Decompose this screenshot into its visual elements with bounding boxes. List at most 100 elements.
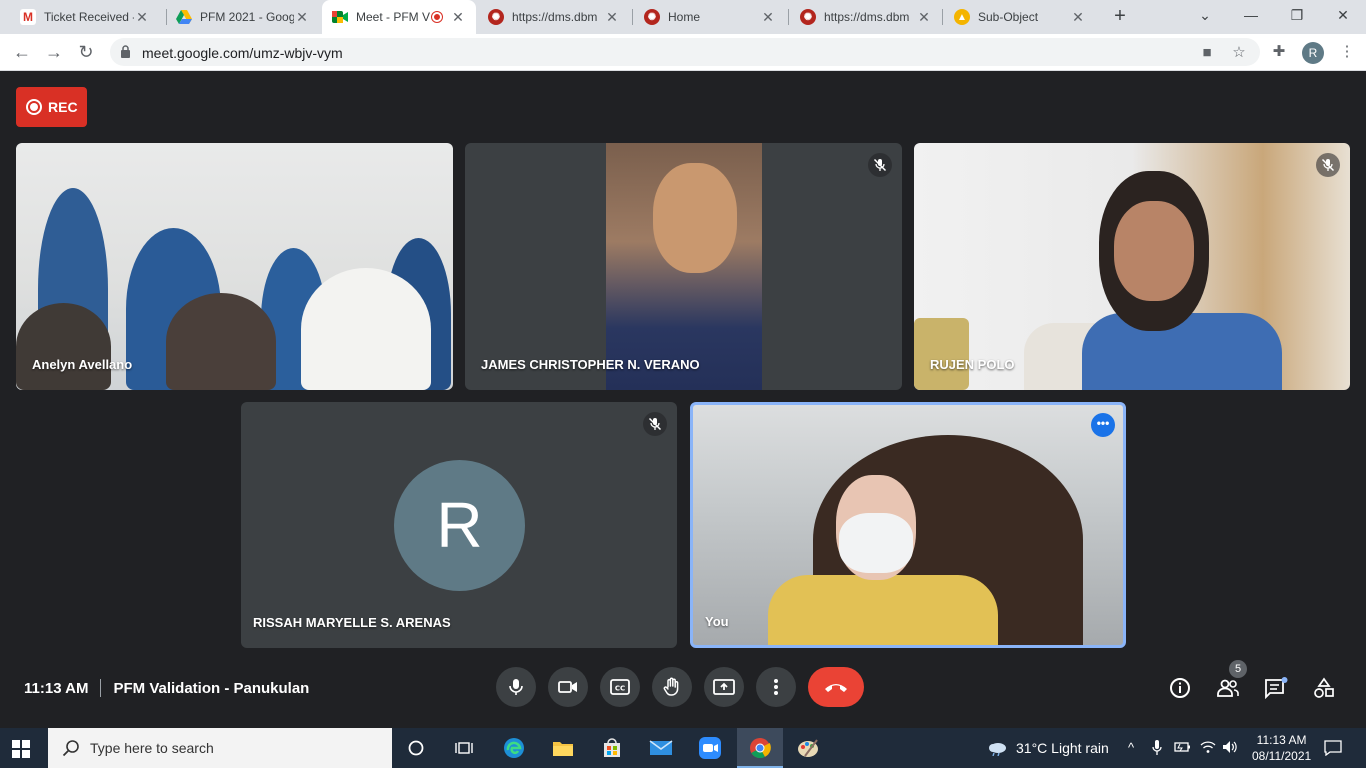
people-icon[interactable] — [1216, 676, 1240, 700]
extensions-icon[interactable]: ✚ — [1270, 43, 1288, 61]
search-icon — [62, 740, 79, 757]
task-view-icon[interactable] — [452, 736, 476, 760]
tab-dms-1[interactable]: ✺ https://dms.dbm ✕ — [478, 0, 630, 34]
self-view-tile[interactable]: ••• You — [690, 402, 1126, 648]
participant-video — [768, 575, 998, 645]
participant-tile[interactable]: R RISSAH MARYELLE S. ARENAS — [241, 402, 677, 648]
browser-menu-icon[interactable]: ⋮ — [1338, 43, 1356, 61]
tab-title: Home — [668, 10, 701, 24]
present-screen-button[interactable] — [704, 667, 744, 707]
microphone-in-use-icon[interactable] — [1152, 740, 1162, 759]
reload-icon[interactable]: ↻ — [74, 40, 98, 64]
recording-icon — [26, 99, 42, 115]
activities-icon[interactable] — [1312, 676, 1336, 700]
close-icon[interactable]: ✕ — [760, 9, 776, 26]
gmail-icon: M — [20, 9, 36, 25]
taskbar-time: 11:13 AM — [1256, 733, 1307, 747]
more-vert-icon — [774, 679, 778, 695]
cortana-icon[interactable] — [404, 736, 428, 760]
chrome-icon[interactable] — [748, 736, 772, 760]
meeting-details-icon[interactable] — [1168, 676, 1192, 700]
file-explorer-icon[interactable] — [551, 736, 575, 760]
participant-video — [301, 268, 431, 390]
recording-icon — [432, 12, 442, 22]
taskbar-search-box[interactable]: Type here to search — [48, 728, 392, 768]
camera-in-use-icon[interactable]: ■ — [1198, 44, 1216, 62]
microsoft-store-icon[interactable] — [600, 736, 624, 760]
tab-divider — [788, 9, 789, 25]
camera-button[interactable] — [548, 667, 588, 707]
more-options-icon[interactable]: ••• — [1091, 413, 1115, 437]
participant-name: JAMES CHRISTOPHER N. VERANO — [481, 357, 700, 372]
volume-icon[interactable] — [1222, 740, 1238, 757]
taskbar-clock[interactable]: 11:13 AM 08/11/2021 — [1252, 732, 1311, 764]
windows-start-icon[interactable] — [12, 740, 30, 758]
tab-drive[interactable]: PFM 2021 - Goog ✕ — [166, 0, 320, 34]
notifications-icon[interactable] — [1324, 740, 1342, 759]
dms-icon: ✺ — [800, 9, 816, 25]
forward-icon[interactable]: → — [42, 40, 66, 64]
present-screen-icon — [713, 679, 735, 695]
tab-divider — [632, 9, 633, 25]
more-options-button[interactable] — [756, 667, 796, 707]
microphone-button[interactable] — [496, 667, 536, 707]
close-icon[interactable]: ✕ — [604, 9, 620, 26]
mail-icon[interactable] — [649, 736, 673, 760]
close-icon[interactable]: ✕ — [916, 9, 932, 26]
weather-text: 31°C Light rain — [1016, 740, 1109, 756]
participant-video — [166, 293, 276, 390]
close-window-icon[interactable]: ✕ — [1320, 0, 1366, 30]
dms-icon: ✺ — [644, 9, 660, 25]
meeting-time: 11:13 AM — [24, 679, 89, 697]
chat-icon[interactable] — [1264, 676, 1288, 700]
tab-dms-2[interactable]: ✺ https://dms.dbm ✕ — [790, 0, 942, 34]
address-bar[interactable]: meet.google.com/umz-wbjv-vym ■ ☆ — [110, 38, 1260, 66]
zoom-icon[interactable] — [698, 736, 722, 760]
raise-hand-button[interactable] — [652, 667, 692, 707]
participant-tile[interactable]: Anelyn Avellano — [16, 143, 453, 390]
captions-button[interactable]: CC — [600, 667, 640, 707]
bookmark-star-icon[interactable]: ☆ — [1230, 44, 1248, 62]
restore-icon[interactable]: ❐ — [1274, 0, 1320, 30]
leave-call-button[interactable] — [808, 667, 864, 707]
microphone-icon — [509, 679, 523, 695]
tab-home[interactable]: ✺ Home ✕ — [634, 0, 786, 34]
drive-icon — [176, 9, 192, 25]
new-tab-button[interactable]: + — [1108, 4, 1132, 28]
tab-gmail[interactable]: M Ticket Received - ✕ — [10, 0, 160, 34]
close-icon[interactable]: ✕ — [450, 9, 466, 26]
wifi-icon[interactable] — [1200, 740, 1216, 757]
tab-title: Sub-Object — [978, 10, 1039, 24]
participant-name: You — [705, 614, 729, 629]
raise-hand-icon — [663, 677, 679, 696]
battery-icon[interactable] — [1174, 740, 1192, 757]
back-icon[interactable]: ← — [10, 40, 34, 64]
profile-avatar[interactable]: R — [1302, 42, 1324, 64]
participant-video — [16, 303, 111, 390]
weather-widget[interactable]: 31°C Light rain — [986, 740, 1109, 756]
participant-name: RISSAH MARYELLE S. ARENAS — [253, 615, 451, 630]
dms-icon: ✺ — [488, 9, 504, 25]
chevron-up-icon[interactable]: ^ — [1128, 740, 1134, 755]
edge-icon[interactable] — [502, 736, 526, 760]
tab-search-icon[interactable]: ⌄ — [1182, 0, 1228, 30]
close-icon[interactable]: ✕ — [134, 9, 150, 26]
participant-tile[interactable]: JAMES CHRISTOPHER N. VERANO — [465, 143, 902, 390]
face-mask — [839, 513, 913, 573]
minimize-icon[interactable]: — — [1228, 0, 1274, 30]
camera-icon — [558, 681, 577, 693]
close-icon[interactable]: ✕ — [294, 9, 310, 26]
recording-badge[interactable]: REC — [16, 87, 87, 127]
windows-taskbar: Type here to search 31°C Light rain ^ 11… — [0, 728, 1366, 768]
paint-icon[interactable] — [796, 736, 820, 760]
muted-mic-icon — [868, 153, 892, 177]
close-icon[interactable]: ✕ — [1070, 9, 1086, 26]
captions-icon: CC — [610, 679, 630, 695]
divider — [100, 679, 102, 697]
muted-mic-icon — [1316, 153, 1340, 177]
tab-sub-object[interactable]: ▲ Sub-Object ✕ — [944, 0, 1096, 34]
participant-tile[interactable]: RUJEN POLO — [914, 143, 1350, 390]
tab-title: PFM 2021 - Goog — [200, 10, 294, 24]
tab-meet[interactable]: Meet - PFM V ✕ — [322, 0, 476, 34]
taskbar-date: 08/11/2021 — [1252, 749, 1312, 763]
